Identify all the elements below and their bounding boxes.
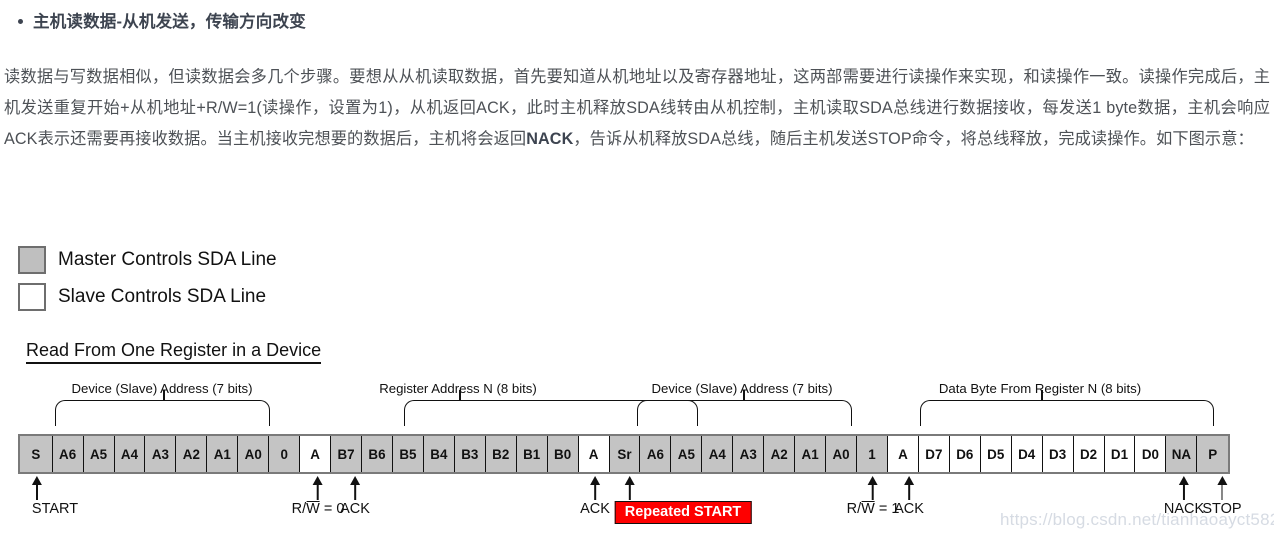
page-root: 主机读数据-从机发送，传输方向改变 读数据与写数据相似，但读数据会多几个步骤。要… [0,0,1274,542]
group-braces [0,390,1274,436]
annotation-label: START [31,501,79,517]
frame-annotations: START R/W = 0 ACK ACK Repeated START R/W = 1A… [0,476,1274,542]
bit-cell: A3 [733,436,765,472]
bit-cell: B2 [485,436,517,472]
bit-cell: Sr [609,436,641,472]
bit-cell: S [20,436,53,472]
annotation-label: Repeated START [614,501,752,524]
up-arrow-icon [31,476,42,500]
legend-swatch-slave [18,283,46,311]
annotation: ACK [894,476,924,517]
bit-cell: A4 [114,436,146,472]
bit-cell: A2 [764,436,796,472]
diagram-title: Read From One Register in a Device [26,340,322,364]
bit-cell: A6 [640,436,672,472]
bit-cell: D7 [918,436,950,472]
annotation-label: ACK [340,501,370,517]
group-brace [920,390,1214,426]
up-arrow-icon [868,476,879,500]
bit-cell: A4 [702,436,734,472]
bit-cell: B3 [454,436,486,472]
up-arrow-icon [1217,476,1228,500]
annotation: START [14,476,78,517]
brace-stem [1041,390,1043,401]
group-caption: Device (Slave) Address (7 bits) [71,381,253,396]
paragraph-bold-nack: NACK [526,130,574,148]
bit-cell: NA [1166,436,1198,472]
section-heading: 主机读数据-从机发送，传输方向改变 [18,8,306,32]
annotation-repeated-start: Repeated START [562,476,752,524]
bit-cell: D4 [1011,436,1043,472]
group-caption: Device (Slave) Address (7 bits) [651,381,833,396]
bit-cell: 1 [857,436,888,472]
brace-stem [163,390,165,401]
up-arrow-icon [625,476,636,500]
bit-cell: D6 [949,436,981,472]
bit-cell: A5 [671,436,703,472]
legend: Master Controls SDA Line Slave Controls … [18,246,277,320]
body-paragraph: 读数据与写数据相似，但读数据会多几个步骤。要想从从机读取数据，首先要知道从机地址… [4,62,1270,155]
legend-item-slave: Slave Controls SDA Line [18,283,277,311]
group-brace [637,390,852,426]
bit-cell: D2 [1073,436,1105,472]
annotation-label: ACK [894,501,924,517]
section-heading-text: 主机读数据-从机发送，传输方向改变 [33,13,306,31]
i2c-frame: S A6 A5 A4 A3 A2 A1 A0 0 A B7 B6 B5 B4 B3 B2 B1 B0 A Sr A6 A5… [18,434,1230,474]
bit-cell: B0 [547,436,579,472]
annotation: R/W = 1 [846,476,900,517]
bit-cell: A [578,436,610,472]
bit-cell: B6 [362,436,393,472]
bit-cell: A3 [145,436,177,472]
bit-cell: A1 [207,436,239,472]
brace-stem [743,390,745,401]
bit-cell: A [887,436,919,472]
legend-item-master: Master Controls SDA Line [18,246,277,274]
group-caption: Register Address N (8 bits) [379,381,537,396]
bit-cell: D0 [1135,436,1167,472]
bit-cell: B7 [331,436,363,472]
bit-cell: A2 [176,436,208,472]
legend-label-slave: Slave Controls SDA Line [58,286,267,307]
legend-swatch-master [18,246,46,274]
bit-cell: D5 [980,436,1012,472]
legend-label-master: Master Controls SDA Line [58,249,277,270]
bit-cell: A5 [83,436,115,472]
up-arrow-icon [903,476,914,500]
bullet-icon [18,18,23,24]
annotation-label: R/W = 0 [291,501,345,517]
bit-cell: A [300,436,332,472]
up-arrow-icon [349,476,360,500]
annotation-label: R/W = 1 [846,501,900,517]
bit-cell: B4 [423,436,455,472]
bit-cell: D1 [1104,436,1136,472]
bit-cell: 0 [269,436,301,472]
bit-cell: A1 [795,436,827,472]
annotation: ACK [340,476,370,517]
bit-cell: B5 [392,436,424,472]
bit-cell: A0 [238,436,270,472]
bit-cell: A0 [826,436,858,472]
bit-cell: A6 [52,436,84,472]
brace-stem [459,390,461,401]
bit-cell: D3 [1042,436,1074,472]
annotation: R/W = 0 [291,476,345,517]
up-arrow-icon [313,476,324,500]
up-arrow-icon [1178,476,1189,500]
group-caption: Data Byte From Register N (8 bits) [938,381,1142,396]
group-brace [55,390,270,426]
group-captions: Device (Slave) Address (7 bits) Register … [0,381,1274,399]
paragraph-part-2: ，告诉从机释放SDA总线，随后主机发送STOP命令，将总线释放，完成读操作。如下… [573,130,1254,148]
bit-cell: P [1197,436,1229,472]
bit-cell: B1 [516,436,548,472]
watermark: https://blog.csdn.net/tianhaoayct582 [1000,510,1274,529]
